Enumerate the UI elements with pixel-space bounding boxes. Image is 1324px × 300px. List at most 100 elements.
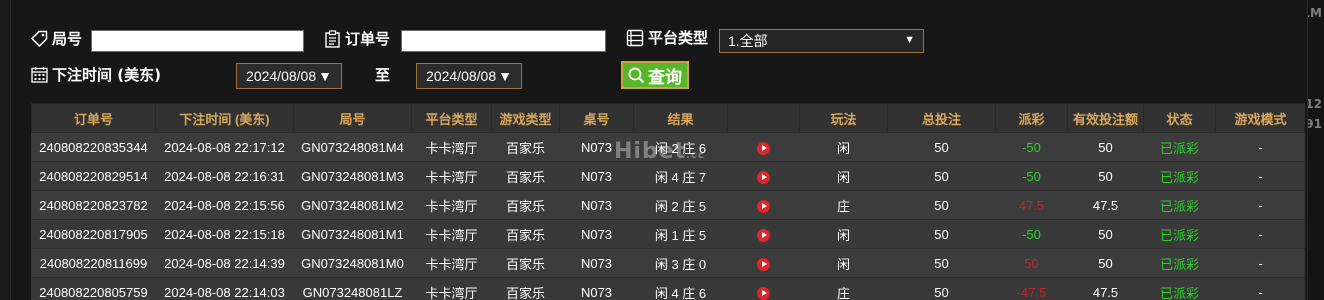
cell-status: 已派彩 xyxy=(1143,132,1216,162)
cell-order: 240808220817905 xyxy=(31,219,156,249)
cell-result: 闲 1 庄 5 xyxy=(633,219,728,249)
query-button[interactable]: 查询 xyxy=(621,61,689,89)
cell-table: N073 xyxy=(559,132,634,162)
cell-valid: 50 xyxy=(1067,219,1144,249)
cell-platform: 卡卡湾厅 xyxy=(411,161,492,191)
ju-filter-label: 局号 xyxy=(31,28,82,49)
cell-result: 闲 4 庄 7 xyxy=(633,161,728,191)
chevron-down-icon: ▼ xyxy=(498,68,512,84)
cell-time: 2024-08-08 22:15:56 xyxy=(155,190,294,220)
background-left-edge xyxy=(0,0,10,300)
cell-bet: 50 xyxy=(887,277,996,300)
cell-order: 240808220835344 xyxy=(31,132,156,162)
column-header xyxy=(727,103,800,133)
cell-table: N073 xyxy=(559,190,634,220)
cell-result: 闲 2 庄 6 xyxy=(633,132,728,162)
cell-round: GN073248081M3 xyxy=(293,161,412,191)
chevron-down-icon: ▼ xyxy=(318,68,332,84)
cell-mode: - xyxy=(1215,190,1305,220)
cell-status: 已派彩 xyxy=(1143,161,1216,191)
cell-round: GN073248081M1 xyxy=(293,219,412,249)
column-header: 游戏类型 xyxy=(491,103,560,133)
table-row[interactable]: 240808220829514 2024-08-08 22:16:31 GN0732… xyxy=(31,161,1305,191)
table-row[interactable]: 240808220835344 2024-08-08 22:17:12 GN0732… xyxy=(31,132,1305,162)
table-row[interactable]: 240808220811699 2024-08-08 22:14:39 GN0732… xyxy=(31,248,1305,278)
cell-bet: 50 xyxy=(887,132,996,162)
cell-game: 百家乐 xyxy=(491,161,560,191)
platform-type-select[interactable]: 1.全部 ▼ xyxy=(719,29,924,53)
cell-bet: 50 xyxy=(887,219,996,249)
search-icon xyxy=(628,67,645,84)
cell-time: 2024-08-08 22:17:12 xyxy=(155,132,294,162)
cell-game: 百家乐 xyxy=(491,248,560,278)
cell-status: 已派彩 xyxy=(1143,219,1216,249)
cell-order: 240808220829514 xyxy=(31,161,156,191)
chevron-down-icon: ▼ xyxy=(904,34,915,46)
list-icon xyxy=(626,29,644,47)
column-header: 玩法 xyxy=(799,103,888,133)
cell-platform: 卡卡湾厅 xyxy=(411,219,492,249)
cell-table: N073 xyxy=(559,161,634,191)
table-row[interactable]: 240808220805759 2024-08-08 22:14:03 GN0732… xyxy=(31,277,1305,300)
cell-payout: -50 xyxy=(995,161,1068,191)
play-icon[interactable] xyxy=(757,228,770,242)
cell-time: 2024-08-08 22:14:39 xyxy=(155,248,294,278)
clipboard-icon xyxy=(324,29,341,48)
cell-platform: 卡卡湾厅 xyxy=(411,190,492,220)
play-icon[interactable] xyxy=(757,199,770,213)
cell-platform: 卡卡湾厅 xyxy=(411,277,492,300)
date-range-separator: 至 xyxy=(375,66,391,84)
cell-mode: - xyxy=(1215,161,1305,191)
cell-time: 2024-08-08 22:15:18 xyxy=(155,219,294,249)
cell-order: 240808220805759 xyxy=(31,277,156,300)
table-row[interactable]: 240808220817905 2024-08-08 22:15:18 GN0732… xyxy=(31,219,1305,249)
column-header: 游戏模式 xyxy=(1215,103,1305,133)
cell-result: 闲 2 庄 5 xyxy=(633,190,728,220)
column-header: 状态 xyxy=(1143,103,1216,133)
cell-valid: 47.5 xyxy=(1067,190,1144,220)
cell-status: 已派彩 xyxy=(1143,277,1216,300)
cell-table: N073 xyxy=(559,219,634,249)
column-header: 局号 xyxy=(293,103,412,133)
video-replay-cell xyxy=(727,248,800,278)
cell-mode: - xyxy=(1215,248,1305,278)
order-number-input[interactable] xyxy=(401,30,606,52)
ju-number-input[interactable] xyxy=(91,30,304,52)
cell-time: 2024-08-08 22:16:31 xyxy=(155,161,294,191)
cell-mode: - xyxy=(1215,219,1305,249)
play-icon[interactable] xyxy=(757,141,770,155)
cell-order: 240808220823782 xyxy=(31,190,156,220)
cell-game: 百家乐 xyxy=(491,277,560,300)
cell-mode: - xyxy=(1215,132,1305,162)
cell-payout: 47.5 xyxy=(995,190,1068,220)
cell-game: 百家乐 xyxy=(491,132,560,162)
cell-play: 庄 xyxy=(799,277,888,300)
cell-payout: -47.5 xyxy=(995,277,1068,300)
calendar-icon xyxy=(31,66,48,83)
cell-play: 闲 xyxy=(799,132,888,162)
cell-valid: 50 xyxy=(1067,248,1144,278)
cell-result: 闲 4 庄 6 xyxy=(633,277,728,300)
cell-bet: 50 xyxy=(887,161,996,191)
order-filter-label: 订单号 xyxy=(324,28,390,49)
table-row[interactable]: 240808220823782 2024-08-08 22:15:56 GN0732… xyxy=(31,190,1305,220)
cell-table: N073 xyxy=(559,277,634,300)
cell-round: GN073248081M2 xyxy=(293,190,412,220)
cell-play: 闲 xyxy=(799,248,888,278)
cell-platform: 卡卡湾厅 xyxy=(411,248,492,278)
play-icon[interactable] xyxy=(757,170,770,184)
video-replay-cell xyxy=(727,132,800,162)
cell-play: 闲 xyxy=(799,219,888,249)
cell-round: GN073248081LZ xyxy=(293,277,412,300)
bet-record-panel: 局号 订单号 平台类型 1.全部 ▼ 下注时间 (美东) 2024/08/08 … xyxy=(10,0,1308,300)
cell-play: 闲 xyxy=(799,161,888,191)
cell-payout: 50 xyxy=(995,248,1068,278)
column-header: 平台类型 xyxy=(411,103,492,133)
cell-status: 已派彩 xyxy=(1143,190,1216,220)
date-from-picker[interactable]: 2024/08/08 ▼ xyxy=(236,63,342,89)
play-icon[interactable] xyxy=(757,257,770,271)
cell-round: GN073248081M0 xyxy=(293,248,412,278)
cell-game: 百家乐 xyxy=(491,219,560,249)
date-to-picker[interactable]: 2024/08/08 ▼ xyxy=(416,63,522,89)
play-icon[interactable] xyxy=(757,286,770,300)
